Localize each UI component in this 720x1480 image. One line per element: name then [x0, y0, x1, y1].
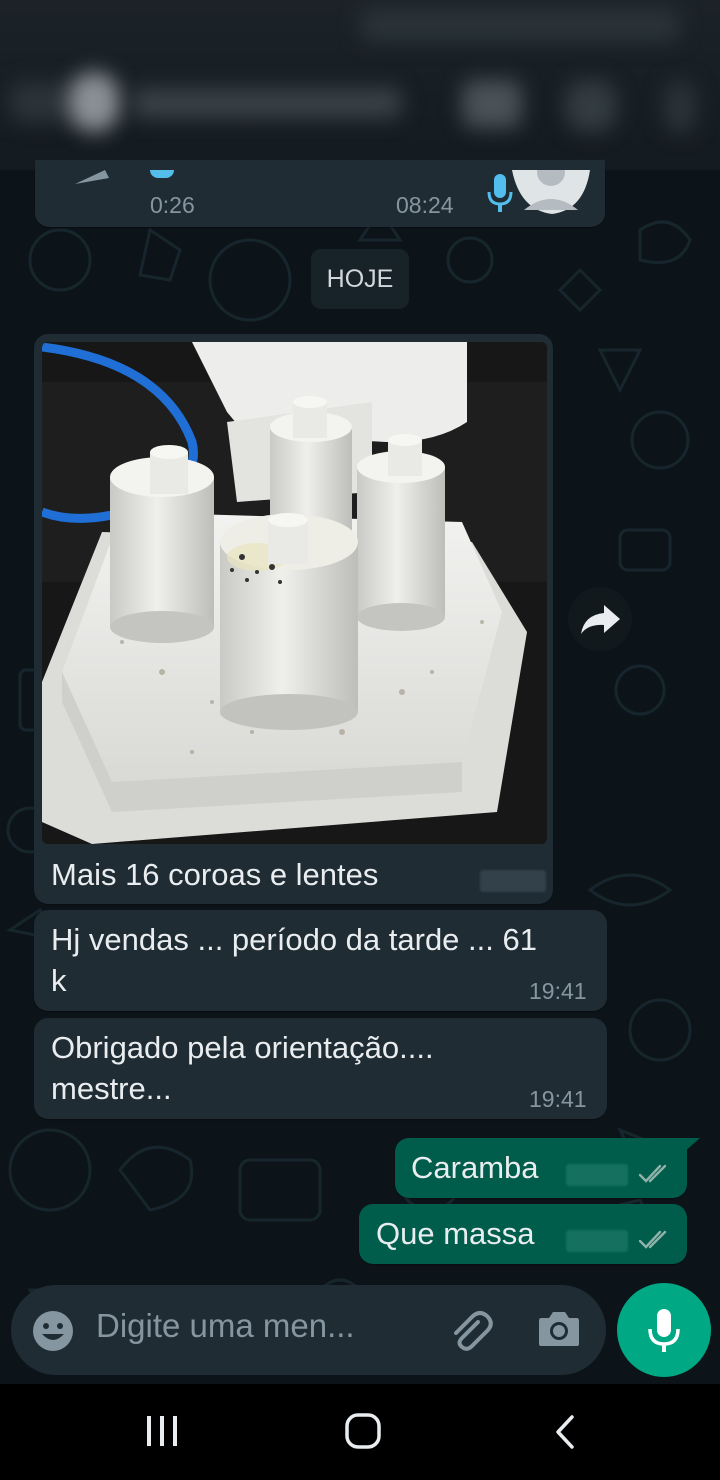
voice-record-button[interactable] [617, 1283, 711, 1377]
paperclip-icon[interactable] [448, 1308, 494, 1354]
forward-button[interactable] [568, 587, 632, 651]
chat-header [0, 0, 720, 170]
audio-play-icon[interactable] [75, 170, 115, 184]
contact-name[interactable] [132, 88, 402, 118]
recent-apps-icon[interactable] [144, 1414, 180, 1448]
double-check-icon [638, 1164, 667, 1183]
sender-avatar [512, 170, 590, 214]
status-bar-blur [360, 8, 680, 42]
image-caption: Mais 16 coroas e lentes [51, 857, 379, 892]
forward-icon [581, 605, 620, 634]
message-input[interactable]: Digite uma men... [96, 1307, 355, 1345]
message-text-line2: k [51, 963, 67, 998]
message-time: 19:41 [529, 1086, 587, 1112]
message-time-redacted [566, 1230, 628, 1252]
system-nav-bar [0, 1384, 720, 1480]
message-text-line1: Hj vendas ... período da tarde ... 61 [51, 922, 537, 957]
message-time-redacted [566, 1164, 628, 1186]
double-check-icon [638, 1230, 667, 1249]
message-photo[interactable] [42, 342, 547, 844]
message-text: Caramba [411, 1150, 539, 1185]
phone-call-icon[interactable] [565, 80, 617, 132]
contact-avatar[interactable] [68, 72, 120, 132]
video-call-icon[interactable] [462, 80, 522, 128]
message-text-line1: Obrigado pela orientação.... [51, 1030, 434, 1065]
camera-icon[interactable] [537, 1308, 581, 1348]
microphone-icon [487, 174, 513, 212]
message-time: 08:24 [396, 192, 454, 218]
home-icon[interactable] [344, 1412, 382, 1450]
message-text-line2: mestre... [51, 1071, 172, 1106]
message-time: 19:41 [529, 978, 587, 1004]
menu-icon[interactable] [665, 82, 695, 132]
emoji-icon[interactable] [32, 1310, 74, 1352]
microphone-icon [648, 1309, 680, 1352]
date-separator: HOJE [311, 249, 409, 309]
back-arrow-icon[interactable] [10, 82, 70, 122]
audio-duration: 0:26 [150, 192, 195, 218]
message-text: Que massa [376, 1216, 535, 1251]
bubble-tail [682, 1138, 700, 1154]
message-time-redacted [480, 870, 546, 892]
back-icon[interactable] [552, 1414, 578, 1450]
